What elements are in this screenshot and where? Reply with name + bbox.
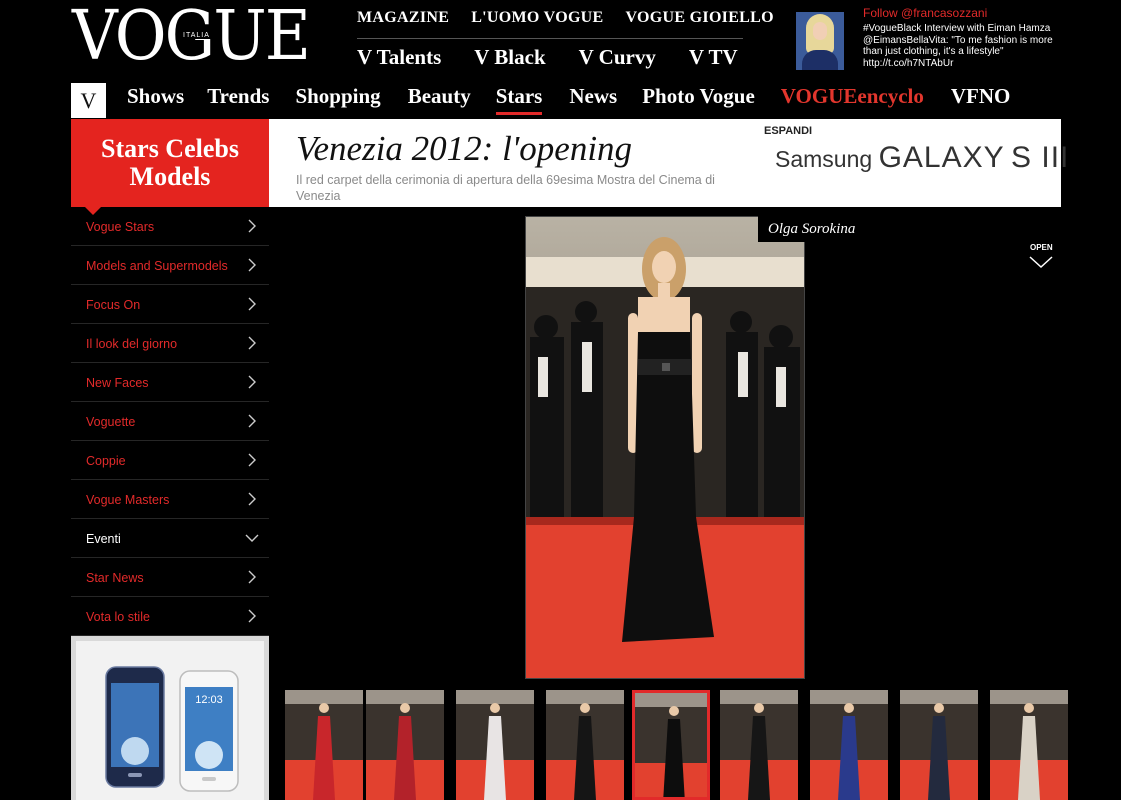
sidebar-item[interactable]: Il look del giorno [71,324,269,363]
link-vogue-gioiello[interactable]: VOGUE GIOIELLO [626,9,774,27]
chevron-right-icon [248,414,256,428]
section-title-line2: Models [129,162,211,191]
avatar[interactable] [796,12,844,70]
top-links: MAGAZINE L'UOMO VOGUE VOGUE GIOIELLO [357,6,774,30]
page-subtitle: Il red carpet della cerimonia di apertur… [296,173,715,203]
gallery-thumbnail[interactable] [632,690,710,800]
link-magazine[interactable]: MAGAZINE [357,9,449,27]
red-carpet-photo [526,217,804,678]
chevron-right-icon [248,258,256,272]
sidebar-item-label: Eventi [86,532,121,546]
chevron-right-icon [248,492,256,506]
nav-beauty[interactable]: Beauty [408,84,471,109]
sidebar-item-label: Models and Supermodels [86,259,228,273]
sidebar-item[interactable]: New Faces [71,363,269,402]
chevron-down-icon [245,534,259,542]
page-title: Venezia 2012: l'opening [296,129,633,168]
ad-model-name: S III [1011,141,1070,174]
v-home-button[interactable]: V [71,83,106,118]
nav-shows[interactable]: Shows [127,84,184,109]
link-v-tv[interactable]: V TV [689,45,738,70]
chevron-right-icon [248,609,256,623]
gallery-thumbnail[interactable] [285,690,363,800]
tweet-text: #VogueBlack Interview with Eiman Hamza @… [863,23,1053,69]
open-toggle[interactable]: OPEN [1026,243,1056,273]
sidebar-item-label: New Faces [86,376,149,390]
sidebar-item-label: Star News [86,571,144,585]
chevron-right-icon [248,570,256,584]
top-divider [357,38,743,39]
nav-photo-vogue[interactable]: Photo Vogue [642,84,755,109]
main-gallery-photo[interactable] [525,216,805,679]
top-navigation: MAGAZINE L'UOMO VOGUE VOGUE GIOIELLO V T… [357,6,774,70]
link-luomo-vogue[interactable]: L'UOMO VOGUE [471,9,603,27]
sidebar-item[interactable]: Coppie [71,441,269,480]
phone-ad[interactable]: 12:03 [71,636,269,800]
chevron-right-icon [248,336,256,350]
title-band: Stars Celebs Models Venezia 2012: l'open… [71,119,1068,215]
channel-links: V Talents V Black V Curvy V TV [357,44,743,70]
sidebar-item-label: Coppie [86,454,126,468]
twitter-widget: Follow @francasozzani #VogueBlack Interv… [796,6,1066,74]
sidebar-item[interactable]: Eventi [71,519,269,558]
gallery-thumbnail[interactable] [900,690,978,800]
gallery-thumbnail[interactable] [546,690,624,800]
nav-news[interactable]: News [569,84,617,109]
sidebar-menu: Vogue Stars Models and Supermodels Focus O… [71,207,269,636]
nav-trends[interactable]: Trends [207,84,269,109]
sidebar-item-label: Voguette [86,415,136,429]
ad-product-name: GALAXY [878,141,1005,174]
phone-clock: 12:03 [195,694,223,706]
link-v-black[interactable]: V Black [474,45,545,70]
chevron-down-icon [1029,256,1053,269]
gallery-thumbnail[interactable] [366,690,444,800]
nav-shopping[interactable]: Shopping [295,84,380,109]
chevron-right-icon [248,453,256,467]
sidebar-item-label: Vogue Masters [86,493,170,507]
gallery-thumbnail[interactable] [456,690,534,800]
sidebar-item-label: Focus On [86,298,141,312]
gallery-thumbnail[interactable] [990,690,1068,800]
section-title-box[interactable]: Stars Celebs Models [71,119,269,215]
main-nav-items: Shows Trends Shopping Beauty Stars News … [127,84,1011,115]
ad-expand-link[interactable]: ESPANDI [764,125,812,137]
ad-brand-name: Samsung [775,146,873,172]
sidebar-item-label: Vota lo stile [86,610,150,624]
nav-vogue-encyclo[interactable]: VOGUEencyclo [781,84,924,109]
sidebar-item[interactable]: Vogue Masters [71,480,269,519]
follow-link[interactable]: Follow @francasozzani [863,6,987,20]
vogue-logo[interactable]: VOGUE ITALIA [72,3,311,71]
photo-caption: Olga Sorokina [758,216,868,242]
sidebar-item[interactable]: Focus On [71,285,269,324]
main-navigation: V Shows Trends Shopping Beauty Stars New… [71,80,1061,118]
sidebar-item[interactable]: Star News [71,558,269,597]
chevron-right-icon [248,297,256,311]
open-label: OPEN [1030,243,1053,252]
nav-vfno[interactable]: VFNO [951,84,1011,109]
gallery-thumbnail[interactable] [720,690,798,800]
chevron-right-icon [248,375,256,389]
logo-subtitle: ITALIA [182,32,211,39]
sidebar-item[interactable]: Vogue Stars [71,207,269,246]
samsung-banner-ad[interactable]: Samsung GALAXY S III [775,141,1069,175]
sidebar-item-label: Il look del giorno [86,337,178,351]
sidebar-item[interactable]: Vota lo stile [71,597,269,636]
gallery-thumbnail[interactable] [810,690,888,800]
link-v-curvy[interactable]: V Curvy [579,45,656,70]
nav-stars[interactable]: Stars [495,84,542,115]
section-title-line1: Stars Celebs [101,134,239,163]
phones-image: 12:03 [76,641,264,800]
sidebar-item[interactable]: Models and Supermodels [71,246,269,285]
sidebar-item[interactable]: Voguette [71,402,269,441]
sidebar-item-label: Vogue Stars [86,220,155,234]
link-v-talents[interactable]: V Talents [357,45,441,70]
chevron-right-icon [248,219,256,233]
